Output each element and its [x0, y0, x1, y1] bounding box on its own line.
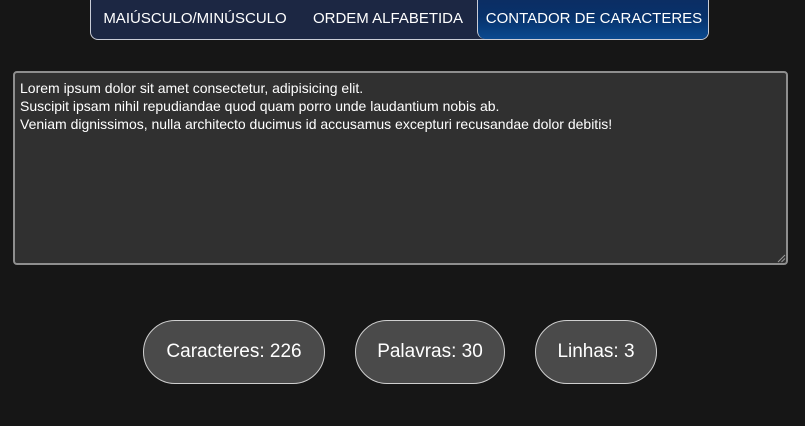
line-count-badge: Linhas: 3: [535, 320, 657, 384]
resize-handle-icon[interactable]: [776, 253, 786, 263]
text-input-area[interactable]: Lorem ipsum dolor sit amet consectetur, …: [13, 71, 788, 265]
tab-alphabetical-order[interactable]: ORDEM ALFABETIDA: [299, 0, 477, 39]
character-count-badge: Caracteres: 226: [143, 320, 325, 384]
word-count-badge: Palavras: 30: [355, 320, 505, 384]
tab-uppercase-lowercase[interactable]: MAIÚSCULO/MINÚSCULO: [91, 0, 299, 39]
tool-tabs: MAIÚSCULO/MINÚSCULO ORDEM ALFABETIDA CON…: [90, 0, 709, 40]
tab-character-counter[interactable]: CONTADOR DE CARACTERES: [477, 0, 708, 39]
